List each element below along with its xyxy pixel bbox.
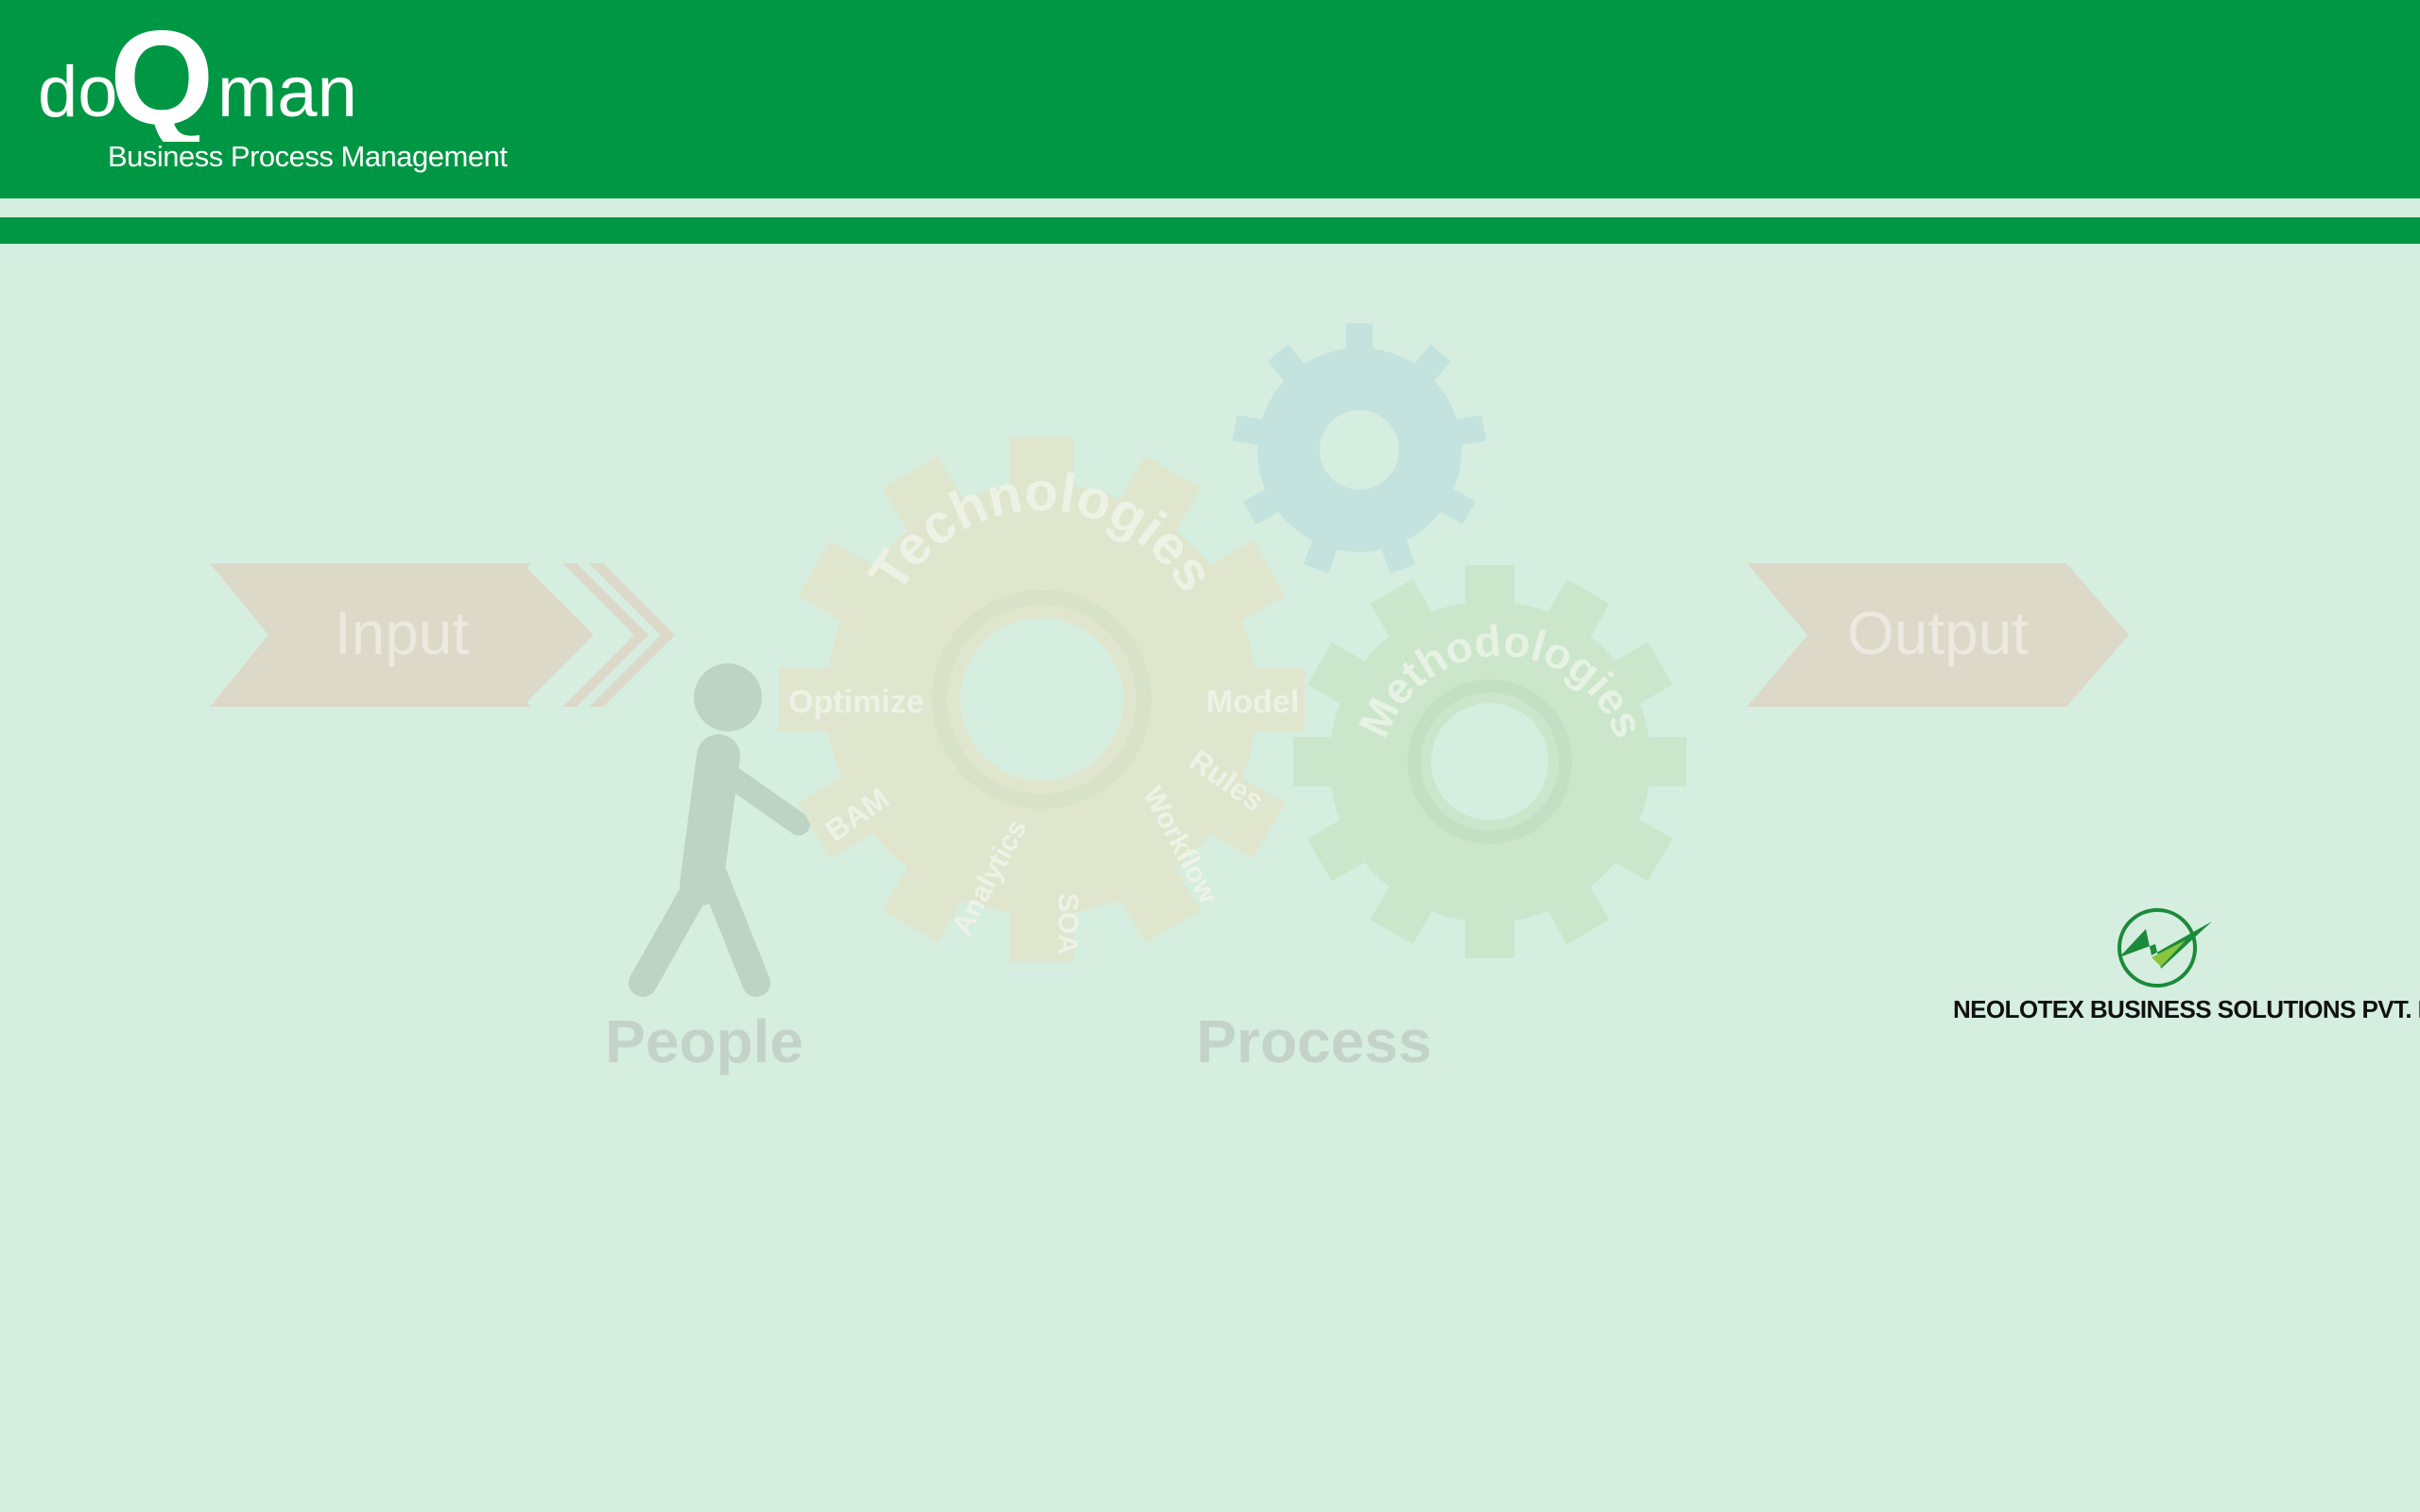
output-arrow: Output (1747, 563, 2129, 707)
input-label: Input (335, 599, 470, 667)
people-label: People (605, 1007, 804, 1075)
small-gear-icon (1232, 323, 1487, 574)
input-arrow: Input (210, 558, 698, 712)
bpm-diagram: Input Output People Technologies Methodo… (210, 323, 2129, 1075)
tech-item-model: Model (1206, 684, 1299, 720)
company-name: NEOLOTEX BUSINESS SOLUTIONS PVT. LTD. (1953, 995, 2420, 1023)
process-label: Process (1196, 1007, 1431, 1075)
output-label: Output (1847, 599, 2029, 667)
neolotex-logo[interactable]: NEOLOTEX BUSINESS SOLUTIONS PVT. LTD. (1938, 902, 2420, 1035)
neolotex-mark-icon (2118, 908, 2212, 988)
tech-item-optimize: Optimize (788, 684, 925, 720)
tech-item-soa: SOA (1052, 893, 1083, 954)
person-icon (629, 663, 810, 997)
